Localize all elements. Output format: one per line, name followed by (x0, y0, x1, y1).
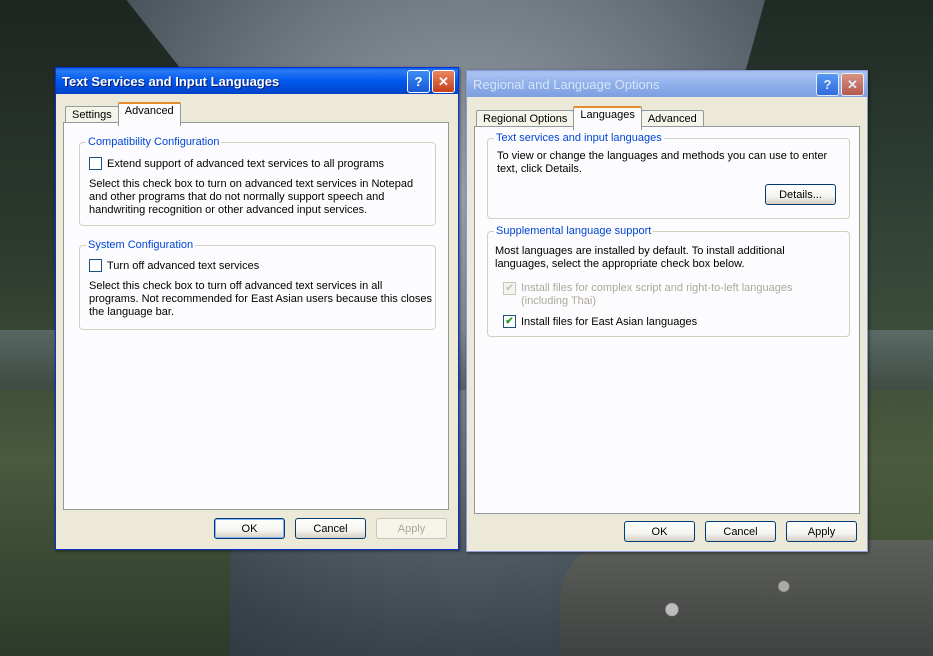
text-services-input-languages-legend: Text services and input languages (496, 132, 662, 144)
complex-script-checkbox[interactable]: ✔ (503, 282, 516, 295)
tab-advanced[interactable]: Advanced (117, 102, 181, 126)
ok-button[interactable]: OK (214, 518, 285, 539)
help-icon: ? (414, 74, 423, 89)
complex-script-checkbox-row[interactable]: ✔ Install files for complex script and r… (503, 282, 841, 308)
advanced-tab-panel: Compatibility Configuration Extend suppo… (63, 122, 449, 510)
extend-support-checkbox[interactable] (89, 157, 102, 170)
turn-off-text-services-checkbox-row[interactable]: Turn off advanced text services (89, 259, 259, 272)
system-description: Select this check box to turn off advanc… (89, 280, 432, 318)
languages-tab-panel: Text services and input languages To vie… (474, 126, 860, 514)
east-asian-label: Install files for East Asian languages (521, 315, 698, 328)
text-services-description: To view or change the languages and meth… (497, 150, 828, 175)
close-button[interactable]: ✕ (432, 70, 455, 93)
check-icon: ✔ (505, 315, 514, 327)
window-title: Text Services and Input Languages (62, 73, 280, 89)
compatibility-configuration-legend: Compatibility Configuration (88, 136, 220, 148)
details-button[interactable]: Details... (765, 184, 836, 205)
text-services-titlebar[interactable]: Text Services and Input Languages ? ✕ (56, 68, 458, 94)
supplemental-language-support-legend: Supplemental language support (496, 225, 652, 237)
window-title: Regional and Language Options (473, 76, 660, 92)
close-button[interactable]: ✕ (841, 73, 864, 96)
turn-off-text-services-checkbox[interactable] (89, 259, 102, 272)
apply-button[interactable]: Apply (786, 521, 857, 542)
east-asian-checkbox[interactable]: ✔ (503, 315, 516, 328)
desktop-background-rocks (560, 540, 933, 656)
complex-script-label: Install files for complex script and rig… (521, 282, 793, 307)
turn-off-text-services-label: Turn off advanced text services (107, 259, 260, 272)
help-button[interactable]: ? (816, 73, 839, 96)
regional-language-titlebar[interactable]: Regional and Language Options ? ✕ (467, 71, 867, 97)
apply-button[interactable]: Apply (376, 518, 447, 539)
regional-language-window: Regional and Language Options ? ✕ Region… (466, 70, 868, 552)
compatibility-description: Select this check box to turn on advance… (89, 178, 414, 216)
tab-languages[interactable]: Languages (573, 106, 642, 130)
help-button[interactable]: ? (407, 70, 430, 93)
system-configuration-legend: System Configuration (88, 239, 194, 251)
text-services-window: Text Services and Input Languages ? ✕ Se… (55, 67, 459, 550)
supplemental-description: Most languages are installed by default.… (495, 245, 785, 270)
extend-support-checkbox-row[interactable]: Extend support of advanced text services… (89, 157, 384, 170)
east-asian-checkbox-row[interactable]: ✔ Install files for East Asian languages (503, 315, 697, 328)
cancel-button[interactable]: Cancel (295, 518, 366, 539)
extend-support-label: Extend support of advanced text services… (107, 157, 384, 170)
cancel-button[interactable]: Cancel (705, 521, 776, 542)
close-icon: ✕ (438, 73, 449, 89)
close-icon: ✕ (847, 76, 858, 92)
ok-button[interactable]: OK (624, 521, 695, 542)
help-icon: ? (823, 77, 832, 92)
check-icon: ✔ (505, 282, 514, 294)
